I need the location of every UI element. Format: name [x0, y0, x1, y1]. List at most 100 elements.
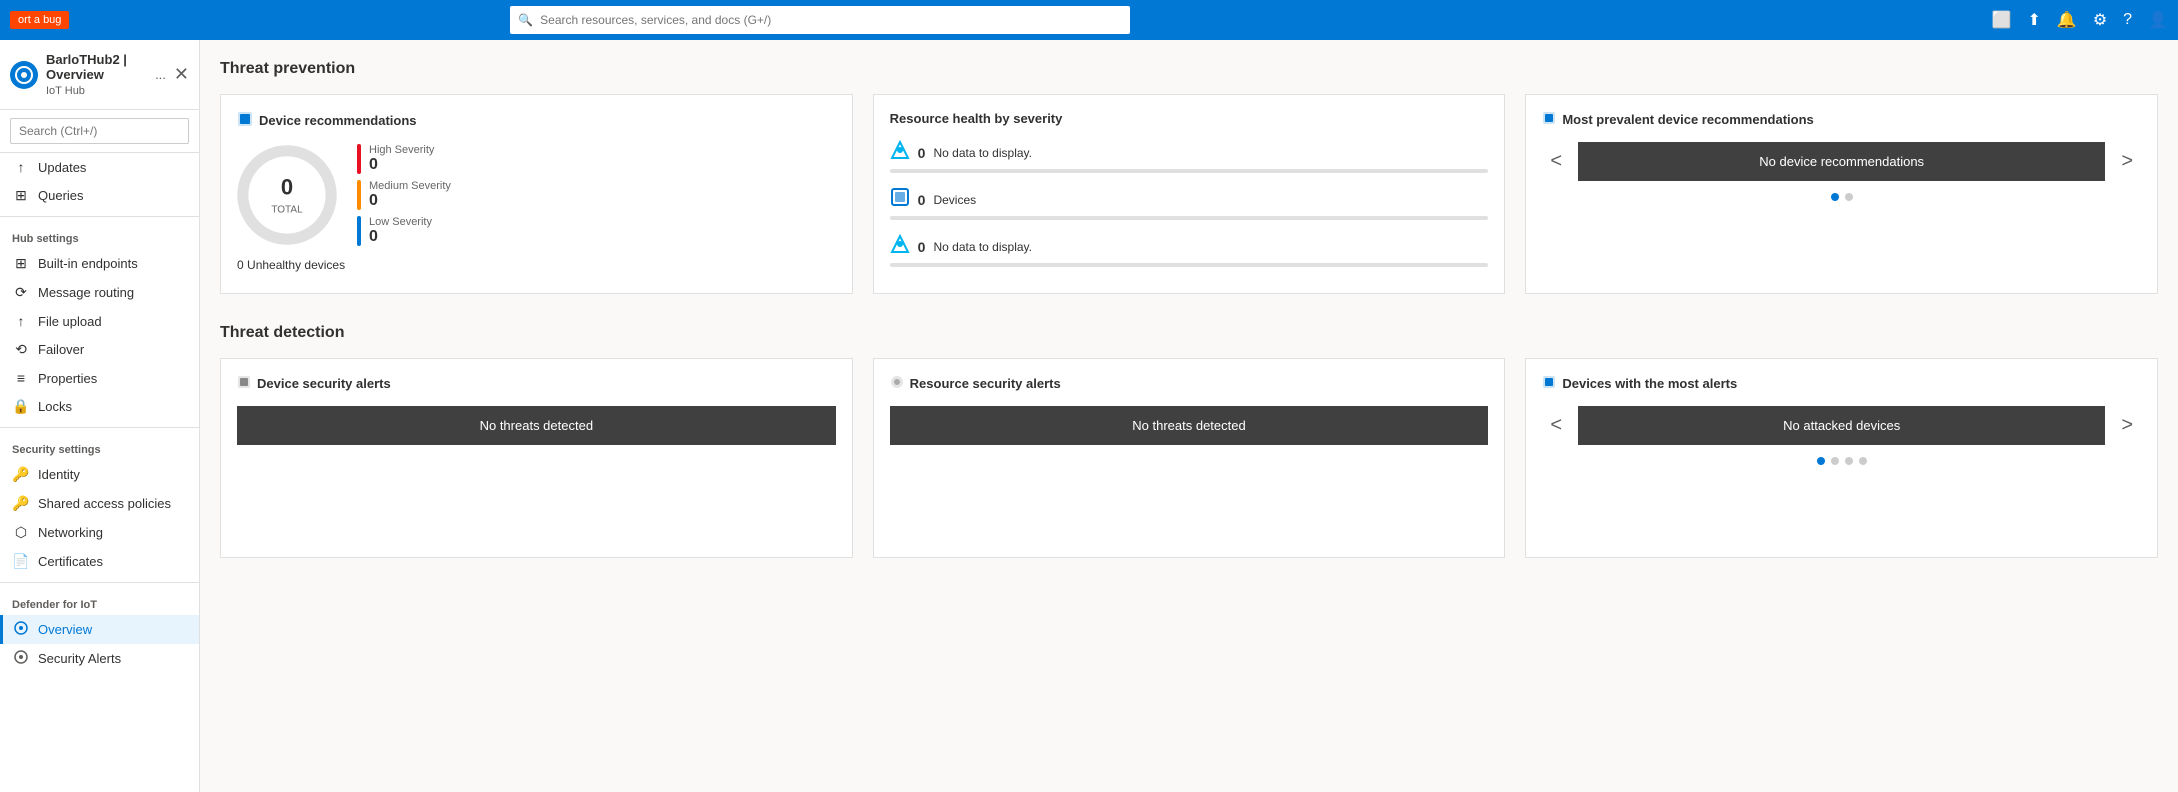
topbar-icons: ⬜ ⬆ 🔔 ⚙ ? 👤: [1992, 10, 2168, 30]
sidebar-item-shared-access-policies[interactable]: 🔑 Shared access policies: [0, 489, 199, 518]
device-security-icon: [237, 375, 251, 392]
devices-most-alerts-icon: [1542, 375, 1556, 392]
rh-item-2: 0 No data to display.: [890, 234, 1489, 267]
built-in-endpoints-icon: ⊞: [12, 255, 30, 272]
locks-icon: 🔒: [12, 398, 30, 415]
hub-icon: [10, 61, 38, 89]
no-device-recommendations-button[interactable]: No device recommendations: [1578, 142, 2105, 181]
divider-defender: [0, 582, 199, 583]
low-severity-bar: [357, 216, 361, 246]
properties-icon: ≡: [12, 370, 30, 386]
main-content: Threat prevention Device recommendations: [200, 40, 2178, 792]
devices-most-alerts-prev-button[interactable]: <: [1542, 406, 1570, 445]
devices-most-alerts-card: Devices with the most alerts < No attack…: [1525, 358, 2158, 558]
high-severity-label: High Severity: [369, 144, 434, 156]
no-threats-detected-button-2[interactable]: No threats detected: [890, 406, 1489, 445]
sidebar-search-input[interactable]: [10, 118, 189, 144]
gear-icon[interactable]: ⚙: [2093, 10, 2107, 30]
sidebar-item-file-upload[interactable]: ↑ File upload: [0, 307, 199, 335]
sidebar-item-security-alerts-label: Security Alerts: [38, 651, 121, 666]
most-prevalent-dots: [1542, 193, 2141, 201]
sidebar-item-security-alerts[interactable]: Security Alerts: [0, 644, 199, 673]
overview-icon: [12, 621, 30, 638]
identity-icon: 🔑: [12, 466, 30, 483]
device-security-alerts-card: Device security alerts No threats detect…: [220, 358, 853, 558]
sidebar: BarloTHub2 | Overview IoT Hub ... ✕ ↑ Up…: [0, 40, 200, 792]
rh-icon-2: [890, 234, 910, 259]
security-settings-label: Security settings: [0, 434, 199, 460]
bell-icon[interactable]: 🔔: [2057, 10, 2077, 30]
most-prevalent-icon: [1542, 111, 1556, 128]
high-severity-bar: [357, 144, 361, 174]
help-icon[interactable]: ?: [2123, 11, 2132, 29]
page: BarloTHub2 | Overview IoT Hub ... ✕ ↑ Up…: [0, 40, 2178, 792]
donut-chart: 0 TOTAL: [237, 145, 337, 245]
sidebar-item-message-routing-label: Message routing: [38, 285, 134, 300]
threat-detection-cards: Device security alerts No threats detect…: [220, 358, 2158, 558]
devices-dot-0: [1817, 457, 1825, 465]
sidebar-item-file-upload-label: File upload: [38, 314, 102, 329]
resource-security-icon: [890, 375, 904, 392]
sidebar-item-built-in-endpoints[interactable]: ⊞ Built-in endpoints: [0, 249, 199, 278]
no-attacked-devices-button[interactable]: No attacked devices: [1578, 406, 2105, 445]
sidebar-item-overview[interactable]: Overview: [0, 615, 199, 644]
sidebar-item-locks[interactable]: 🔒 Locks: [0, 392, 199, 421]
feedback-icon[interactable]: 👤: [2148, 10, 2168, 30]
unhealthy-devices-label: Unhealthy devices: [247, 258, 345, 272]
high-severity-item: High Severity 0: [357, 144, 451, 174]
sidebar-item-message-routing[interactable]: ⟳ Message routing: [0, 278, 199, 307]
medium-severity-num: 0: [369, 192, 451, 210]
most-prevalent-card: Most prevalent device recommendations < …: [1525, 94, 2158, 294]
devices-dot-1: [1831, 457, 1839, 465]
low-severity-num: 0: [369, 228, 432, 246]
sidebar-item-queries[interactable]: ⊞ Queries: [0, 181, 199, 210]
rh-icon-1: [890, 187, 910, 212]
sidebar-close-button[interactable]: ✕: [174, 64, 189, 85]
message-routing-icon: ⟳: [12, 284, 30, 301]
resource-health-label: Resource health by severity: [890, 111, 1063, 126]
low-severity-label: Low Severity: [369, 216, 432, 228]
rh-count-0: 0: [918, 145, 926, 161]
devices-most-alerts-next-button[interactable]: >: [2113, 406, 2141, 445]
device-security-alerts-title: Device security alerts: [237, 375, 836, 392]
threat-detection-section: Threat detection Device security alerts …: [220, 324, 2158, 558]
most-prevalent-prev-button[interactable]: <: [1542, 142, 1570, 181]
security-alerts-icon: [12, 650, 30, 667]
sidebar-search[interactable]: [0, 110, 199, 153]
device-recommendations-card: Device recommendations 0 TOTAL: [220, 94, 853, 294]
sidebar-item-identity-label: Identity: [38, 467, 80, 482]
most-prevalent-next-button[interactable]: >: [2113, 142, 2141, 181]
sidebar-item-properties[interactable]: ≡ Properties: [0, 364, 199, 392]
sidebar-item-certificates[interactable]: 📄 Certificates: [0, 547, 199, 576]
shared-access-icon: 🔑: [12, 495, 30, 512]
sidebar-item-built-in-endpoints-label: Built-in endpoints: [38, 256, 138, 271]
donut-total-num: 0: [271, 175, 302, 201]
most-prevalent-content: No device recommendations: [1578, 142, 2105, 181]
sidebar-item-failover[interactable]: ⟲ Failover: [0, 335, 199, 364]
sidebar-item-failover-label: Failover: [38, 342, 84, 357]
rh-bar-2: [890, 263, 1489, 267]
sidebar-item-updates-label: Updates: [38, 160, 86, 175]
sidebar-item-networking[interactable]: ⬡ Networking: [0, 518, 199, 547]
sidebar-item-updates[interactable]: ↑ Updates: [0, 153, 199, 181]
resource-health-list: 0 No data to display. 0 Dev: [890, 140, 1489, 267]
upload-icon[interactable]: ⬆: [2028, 10, 2041, 30]
topbar: ort a bug 🔍 ⬜ ⬆ 🔔 ⚙ ? 👤: [0, 0, 2178, 40]
medium-severity-item: Medium Severity 0: [357, 180, 451, 210]
dot-0: [1831, 193, 1839, 201]
sidebar-item-identity[interactable]: 🔑 Identity: [0, 460, 199, 489]
unhealthy-devices-text: 0 Unhealthy devices: [237, 258, 836, 272]
low-severity-info: Low Severity 0: [369, 216, 432, 246]
sidebar-item-queries-label: Queries: [38, 188, 84, 203]
bug-report-button[interactable]: ort a bug: [10, 11, 69, 29]
updates-icon: ↑: [12, 159, 30, 175]
sidebar-more-button[interactable]: ...: [155, 67, 166, 82]
search-bar[interactable]: 🔍: [510, 6, 1130, 34]
portal-icon[interactable]: ⬜: [1992, 10, 2012, 30]
no-threats-detected-button-1[interactable]: No threats detected: [237, 406, 836, 445]
networking-icon: ⬡: [12, 524, 30, 541]
search-input[interactable]: [510, 6, 1130, 34]
most-prevalent-carousel: < No device recommendations >: [1542, 142, 2141, 181]
threat-detection-title: Threat detection: [220, 324, 2158, 342]
medium-severity-label: Medium Severity: [369, 180, 451, 192]
